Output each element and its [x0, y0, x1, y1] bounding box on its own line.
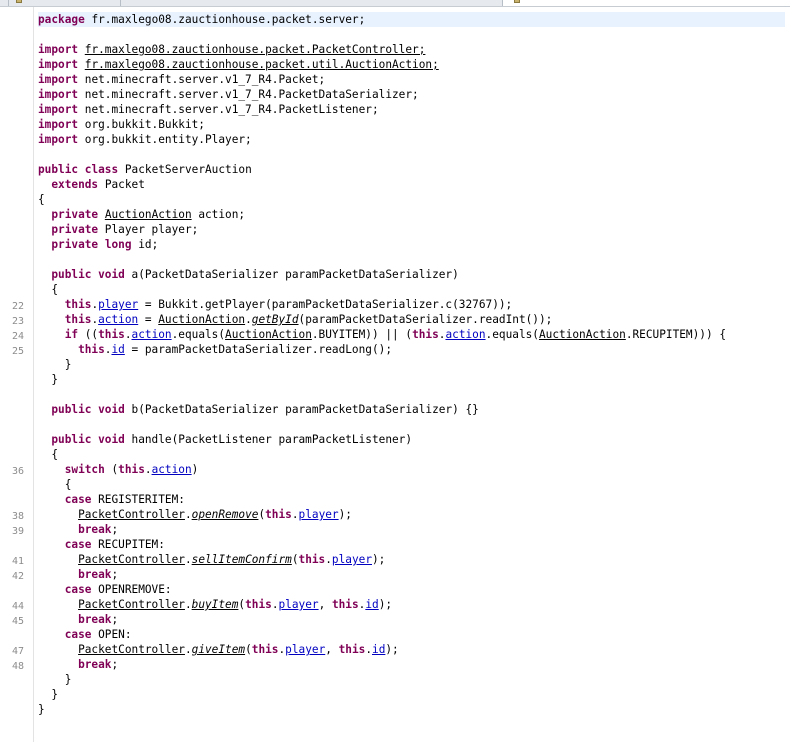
import-line: import org.bukkit.Bukkit; — [38, 118, 205, 131]
import-line: import org.bukkit.entity.Player; — [38, 133, 252, 146]
package-declaration: package fr.maxlego08.zauctionhouse.packe… — [38, 12, 790, 27]
line-number: 38 — [11, 511, 24, 522]
case-label: case OPENREMOVE: — [64, 583, 172, 596]
import-line: import net.minecraft.server.v1_7_R4.Pack… — [38, 88, 419, 101]
editor-tab-bar — [0, 0, 790, 7]
code-line: this.player = Bukkit.getPlayer(paramPack… — [64, 298, 513, 311]
tab-divider — [8, 0, 9, 6]
brace: { — [38, 193, 45, 206]
field-declaration: private Player player; — [51, 223, 199, 236]
code-line: break; — [78, 613, 119, 626]
java-file-icon — [16, 0, 22, 3]
brace: { — [38, 478, 72, 491]
line-number: 22 — [11, 301, 24, 312]
brace: } — [38, 358, 72, 371]
method-signature: public void a(PacketDataSerializer param… — [51, 268, 459, 281]
class-declaration: public class PacketServerAuction — [38, 163, 252, 176]
line-number: 44 — [11, 601, 24, 612]
code-line: PacketController.buyItem(this.player, th… — [78, 598, 393, 611]
line-number: 48 — [11, 661, 24, 672]
tab-active[interactable] — [502, 0, 790, 6]
brace: } — [38, 373, 59, 386]
import-line: import fr.maxlego08.zauctionhouse.packet… — [38, 58, 439, 71]
overview-ruler[interactable] — [785, 7, 790, 742]
code-line: break; — [78, 658, 119, 671]
method-signature: public void b(PacketDataSerializer param… — [51, 403, 479, 416]
brace: } — [38, 688, 59, 701]
line-number: 39 — [11, 526, 24, 537]
case-label: case RECUPITEM: — [64, 538, 165, 551]
code-line: switch (this.action) — [64, 463, 199, 476]
import-line: import net.minecraft.server.v1_7_R4.Pack… — [38, 73, 326, 86]
code-line: PacketController.giveItem(this.player, t… — [78, 643, 399, 656]
brace: { — [38, 283, 59, 296]
code-line: if ((this.action.equals(AuctionAction.BU… — [64, 328, 726, 341]
code-line: break; — [78, 523, 119, 536]
brace: { — [38, 448, 59, 461]
case-label: case OPEN: — [64, 628, 132, 641]
import-line: import net.minecraft.server.v1_7_R4.Pack… — [38, 103, 379, 116]
line-number: 24 — [11, 331, 24, 342]
line-number: 45 — [11, 616, 24, 627]
brace: } — [38, 703, 45, 716]
field-declaration: private AuctionAction action; — [51, 208, 246, 221]
line-number: 23 — [11, 316, 24, 327]
line-number: 47 — [11, 646, 24, 657]
line-number: 42 — [11, 571, 24, 582]
code-line: break; — [78, 568, 119, 581]
brace: } — [38, 673, 72, 686]
code-line: PacketController.openRemove(this.player)… — [78, 508, 352, 521]
import-line: import fr.maxlego08.zauctionhouse.packet… — [38, 43, 426, 56]
line-number: 41 — [11, 556, 24, 567]
field-declaration: private long id; — [51, 238, 159, 251]
code-line: this.action = AuctionAction.getById(para… — [64, 313, 553, 326]
code-line: PacketController.sellItemConfirm(this.pl… — [78, 553, 386, 566]
line-number: 36 — [11, 466, 24, 477]
code-line: this.id = paramPacketDataSerializer.read… — [78, 343, 393, 356]
method-signature: public void handle(PacketListener paramP… — [51, 433, 413, 446]
line-number: 25 — [11, 346, 24, 357]
case-label: case REGISTERITEM: — [64, 493, 185, 506]
extends-clause: extends Packet — [51, 178, 145, 191]
line-number-ruler: 22 23 24 25 36 38 39 41 42 44 45 47 48 — [0, 7, 34, 742]
java-file-icon — [514, 0, 520, 3]
tab-divider — [120, 0, 121, 6]
